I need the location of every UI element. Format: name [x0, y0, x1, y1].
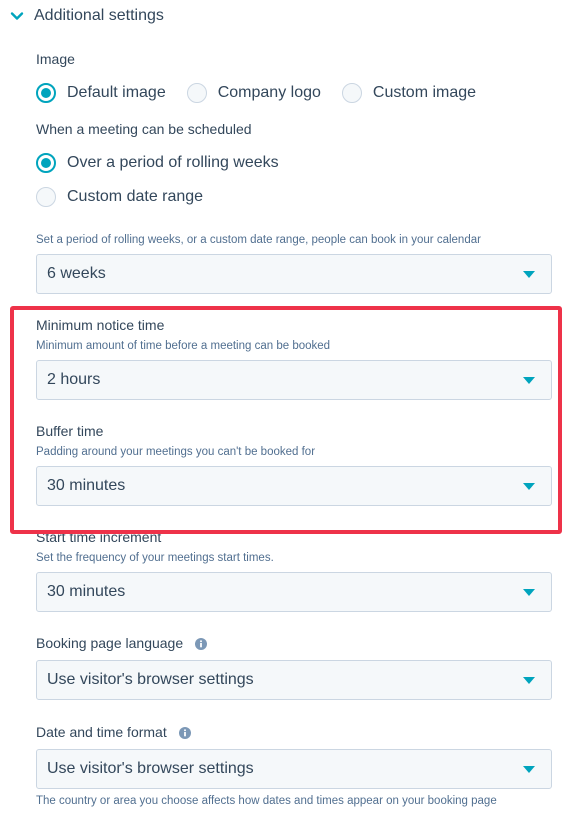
- rolling-weeks-select[interactable]: 6 weeks: [36, 254, 552, 294]
- select-value: 6 weeks: [47, 265, 106, 282]
- schedule-label: When a meeting can be scheduled: [36, 121, 252, 137]
- radio-checked-icon: [36, 83, 56, 103]
- section-title: Additional settings: [34, 7, 164, 24]
- minimum-notice-label: Minimum notice time: [36, 317, 165, 333]
- radio-rolling-weeks[interactable]: Over a period of rolling weeks: [36, 152, 279, 174]
- chevron-down-icon: [10, 12, 24, 20]
- booking-language-select[interactable]: Use visitor's browser settings: [36, 660, 552, 700]
- select-value: Use visitor's browser settings: [47, 760, 254, 777]
- start-increment-select[interactable]: 30 minutes: [36, 572, 552, 612]
- radio-label: Custom date range: [67, 188, 204, 205]
- select-value: 2 hours: [47, 371, 101, 388]
- minimum-notice-help: Minimum amount of time before a meeting …: [36, 340, 331, 352]
- caret-down-icon: [523, 376, 535, 384]
- radio-unchecked-icon: [36, 187, 56, 207]
- caret-down-icon: [523, 482, 535, 490]
- start-increment-label: Start time increment: [36, 529, 162, 545]
- info-icon[interactable]: [178, 727, 191, 740]
- select-value: Use visitor's browser settings: [47, 671, 254, 688]
- booking-language-label: Booking page language: [36, 635, 184, 651]
- additional-settings-toggle[interactable]: Additional settings: [10, 4, 164, 28]
- radio-custom-image[interactable]: Custom image: [341, 83, 477, 103]
- minimum-notice-select[interactable]: 2 hours: [36, 360, 552, 400]
- buffer-time-select[interactable]: 30 minutes: [36, 466, 552, 506]
- radio-label: Default image: [67, 84, 166, 101]
- radio-unchecked-icon: [186, 83, 207, 103]
- caret-down-icon: [523, 270, 535, 278]
- radio-company-logo[interactable]: Company logo: [186, 83, 321, 103]
- radio-unchecked-icon: [341, 83, 362, 103]
- image-label: Image: [36, 51, 75, 67]
- date-time-format-label-row: Date and time format: [36, 724, 191, 740]
- info-icon[interactable]: [195, 638, 208, 651]
- caret-down-icon: [523, 588, 535, 596]
- radio-label: Over a period of rolling weeks: [67, 154, 279, 171]
- buffer-time-label: Buffer time: [36, 423, 104, 439]
- image-radio-group: Default image Company logo Custom image: [36, 82, 476, 104]
- caret-down-icon: [523, 676, 535, 684]
- radio-checked-icon: [36, 153, 56, 173]
- date-time-format-help: The country or area you choose affects h…: [36, 795, 497, 807]
- radio-label: Company logo: [217, 84, 321, 101]
- radio-label: Custom image: [372, 84, 477, 101]
- radio-custom-date-range[interactable]: Custom date range: [36, 186, 203, 208]
- buffer-time-help: Padding around your meetings you can't b…: [36, 446, 316, 458]
- caret-down-icon: [523, 765, 535, 773]
- rolling-weeks-help: Set a period of rolling weeks, or a cust…: [36, 234, 481, 246]
- select-value: 30 minutes: [47, 583, 126, 600]
- radio-default-image[interactable]: Default image: [36, 83, 166, 103]
- date-time-format-label: Date and time format: [36, 724, 167, 740]
- booking-language-label-row: Booking page language: [36, 635, 208, 651]
- start-increment-help: Set the frequency of your meetings start…: [36, 552, 274, 564]
- date-time-format-select[interactable]: Use visitor's browser settings: [36, 749, 552, 789]
- select-value: 30 minutes: [47, 477, 126, 494]
